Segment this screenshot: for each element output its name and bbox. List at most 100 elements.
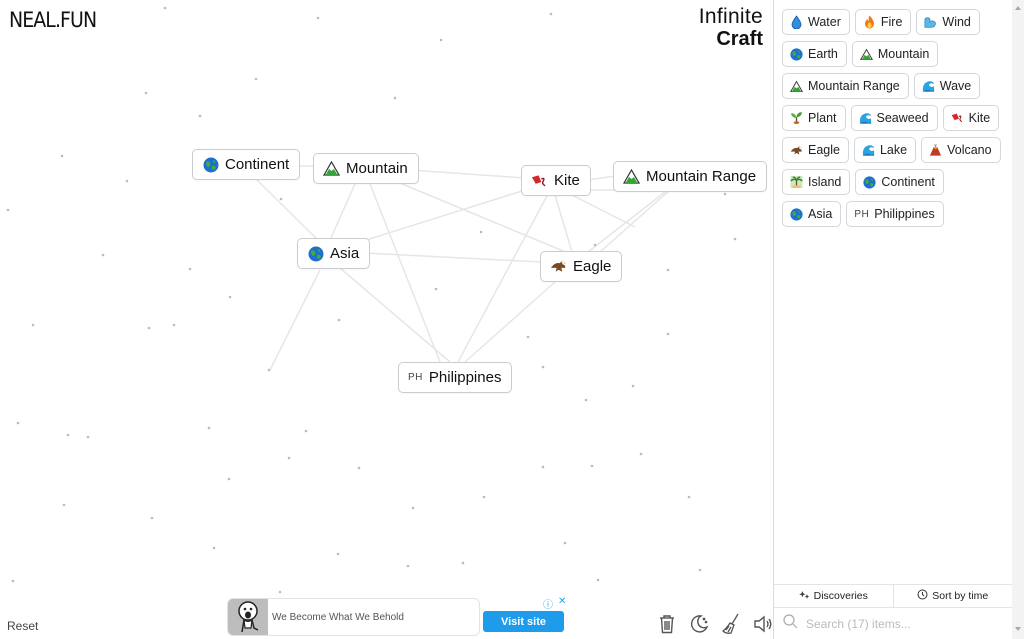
- item-label: Eagle: [808, 143, 840, 157]
- background-dot: [439, 38, 443, 42]
- canvas-node-philippines[interactable]: PH Philippines: [398, 362, 513, 393]
- sidebar-item-volcano[interactable]: Volcano: [921, 137, 1001, 163]
- scroll-down-arrow[interactable]: [1015, 627, 1021, 631]
- canvas-node-eagle[interactable]: Eagle: [540, 251, 623, 282]
- sidebar-item-mountain-range[interactable]: Mountain Range: [782, 73, 909, 99]
- item-label: Volcano: [947, 143, 992, 157]
- background-dot: [66, 433, 70, 437]
- item-label: Plant: [808, 111, 837, 125]
- background-dot: [434, 287, 438, 291]
- reset-button[interactable]: Reset: [7, 619, 38, 633]
- discoveries-label: Discoveries: [813, 590, 868, 602]
- sidebar-item-asia[interactable]: Asia: [782, 201, 842, 227]
- item-label: Mountain: [877, 47, 930, 61]
- plant-icon: [790, 112, 803, 125]
- background-dot: [541, 365, 545, 369]
- sidebar-item-kite[interactable]: Kite: [942, 105, 1000, 131]
- ad-banner[interactable]: We Become What We Behold: [227, 598, 480, 636]
- sidebar-item-philippines[interactable]: PH Philippines: [846, 201, 944, 227]
- canvas-node-mountain[interactable]: Mountain: [313, 153, 419, 184]
- item-label: Fire: [880, 15, 903, 29]
- sidebar-item-seaweed[interactable]: Seaweed: [850, 105, 938, 131]
- background-dot: [631, 384, 635, 388]
- sidebar-item-water[interactable]: Water: [782, 9, 850, 35]
- background-dot: [563, 541, 567, 545]
- globe-icon: [202, 156, 219, 173]
- sidebar-item-earth[interactable]: Earth: [782, 41, 847, 67]
- search-input[interactable]: [806, 616, 986, 631]
- wave-icon: [922, 80, 935, 93]
- mountain-icon: [323, 160, 340, 177]
- item-label: Island: [808, 175, 842, 189]
- background-dot: [666, 332, 670, 336]
- item-label: Continent: [881, 175, 935, 189]
- brand-rest: nfinite: [704, 5, 763, 28]
- background-dot: [147, 326, 151, 330]
- node-label: Philippines: [428, 369, 502, 386]
- sidebar-scrollbar[interactable]: [1012, 0, 1024, 639]
- flag-ph-icon: PH: [408, 372, 423, 383]
- sidebar-item-eagle[interactable]: Eagle: [782, 137, 849, 163]
- ad-thumbnail: [228, 599, 268, 635]
- scroll-up-arrow[interactable]: [1015, 6, 1021, 10]
- sound-icon[interactable]: [752, 613, 773, 635]
- neal-fun-logo[interactable]: NEAL.FUN: [9, 8, 97, 32]
- node-label: Kite: [554, 172, 580, 189]
- broom-icon[interactable]: [720, 613, 742, 635]
- node-label: Asia: [330, 245, 360, 262]
- background-dot: [479, 230, 483, 234]
- sidebar: Water Fire Wind Earth Mountain Mountain Range…: [773, 0, 1024, 639]
- background-dot: [212, 546, 216, 550]
- background-dot: [549, 12, 553, 16]
- canvas-node-kite[interactable]: Kite: [521, 165, 591, 196]
- background-dot: [698, 568, 702, 572]
- background-dot: [101, 253, 105, 257]
- dark-mode-icon[interactable]: [688, 613, 710, 635]
- visit-site-button[interactable]: Visit site: [483, 611, 564, 632]
- background-dot: [593, 243, 597, 247]
- background-dot: [62, 503, 66, 507]
- sidebar-item-wind[interactable]: Wind: [916, 9, 980, 35]
- canvas-node-asia[interactable]: Asia: [297, 238, 371, 269]
- canvas-node-mountain-range[interactable]: Mountain Range: [613, 161, 768, 192]
- background-dot: [357, 466, 361, 470]
- background-dot: [541, 465, 545, 469]
- background-dot: [461, 561, 465, 565]
- sort-by-time-tab[interactable]: Sort by time: [892, 585, 1013, 607]
- mountain-icon: [623, 168, 640, 185]
- kite-icon: [951, 112, 964, 125]
- background-dot: [150, 516, 154, 520]
- search-icon: [783, 613, 798, 634]
- wave-icon: [859, 112, 872, 125]
- discoveries-tab[interactable]: Discoveries: [774, 585, 893, 607]
- node-label: Mountain Range: [646, 168, 757, 185]
- globe-icon: [790, 47, 803, 61]
- sidebar-item-mountain[interactable]: Mountain: [851, 41, 939, 67]
- kite-icon: [531, 172, 548, 189]
- island-icon: [790, 175, 803, 189]
- brand-line-2: Craft: [716, 28, 763, 50]
- trash-icon[interactable]: [656, 613, 678, 635]
- sidebar-item-wave[interactable]: Wave: [913, 73, 981, 99]
- background-dot: [393, 96, 397, 100]
- background-dot: [207, 426, 211, 430]
- background-dot: [227, 477, 231, 481]
- node-label: Continent: [225, 156, 290, 173]
- sidebar-item-island[interactable]: Island: [782, 169, 851, 195]
- background-dot: [278, 590, 282, 594]
- sidebar-item-fire[interactable]: Fire: [854, 9, 912, 35]
- item-label: Kite: [968, 111, 991, 125]
- canvas-node-continent[interactable]: Continent: [192, 149, 301, 180]
- sidebar-item-plant[interactable]: Plant: [782, 105, 846, 131]
- background-dot: [86, 435, 90, 439]
- node-label: Eagle: [573, 258, 612, 275]
- ad-title: We Become What We Behold: [272, 611, 404, 623]
- globe-icon: [790, 207, 803, 221]
- sidebar-tabs: Discoveries Sort by time: [774, 585, 1012, 608]
- crafting-canvas[interactable]: NEAL.FUN Infinite Craft Continent Mounta…: [0, 0, 773, 639]
- info-icon[interactable]: ⓘ: [543, 596, 553, 611]
- background-dot: [316, 16, 320, 20]
- close-icon[interactable]: ✕: [558, 596, 566, 611]
- sidebar-item-continent[interactable]: Continent: [855, 169, 944, 195]
- sidebar-item-lake[interactable]: Lake: [853, 137, 917, 163]
